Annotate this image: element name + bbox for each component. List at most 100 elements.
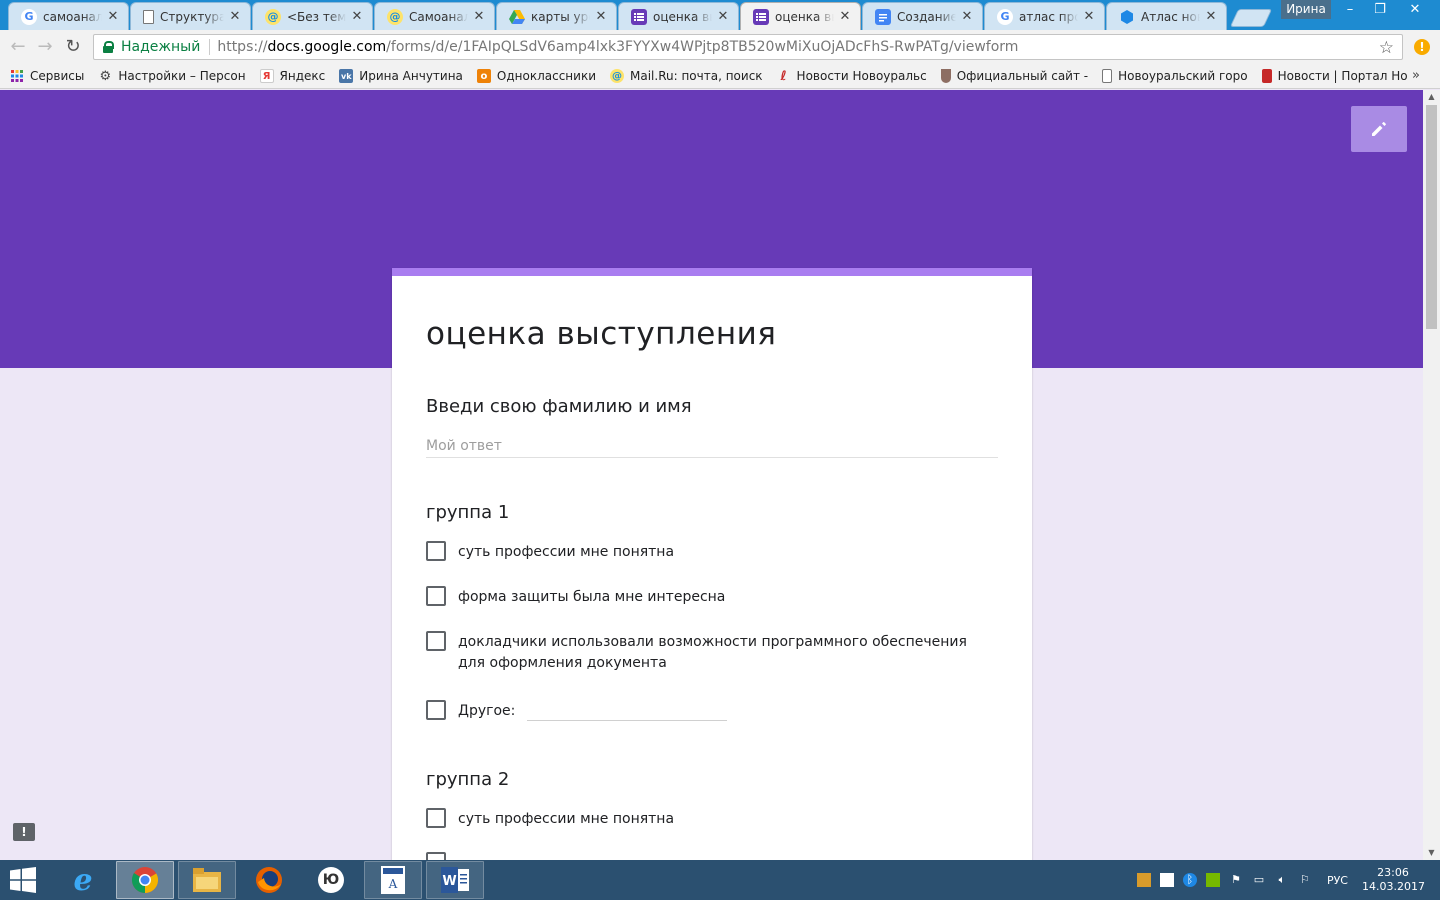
close-icon[interactable]: ✕	[716, 9, 730, 24]
close-icon[interactable]: ✕	[350, 9, 364, 24]
tab-lesson-maps[interactable]: карты урока ✕	[496, 2, 617, 30]
nvidia-icon[interactable]	[1205, 873, 1220, 887]
close-icon[interactable]: ✕	[228, 9, 242, 24]
group-1-option-1[interactable]: суть профессии мне понятна	[426, 541, 996, 563]
close-icon[interactable]: ✕	[1204, 9, 1218, 24]
group-1-option-other[interactable]: Другое:	[426, 700, 996, 722]
bookmark-news-novouralsk[interactable]: ℓ Новости Новоуральс	[777, 68, 927, 84]
taskbar-yandex-browser[interactable]: Ю	[302, 861, 360, 899]
app-tray-icon[interactable]	[1136, 873, 1151, 887]
address-bar[interactable]: Надежный https:// docs.google.com /forms…	[93, 34, 1403, 60]
taskbar-chrome[interactable]	[116, 861, 174, 899]
atlas-icon	[1119, 9, 1135, 25]
action-center-icon[interactable]: ⚑	[1229, 873, 1243, 887]
other-text-input[interactable]	[527, 701, 728, 721]
scroll-down-icon[interactable]: ▼	[1423, 846, 1440, 860]
edit-form-button[interactable]	[1351, 106, 1407, 152]
clock[interactable]: 23:06 14.03.2017	[1362, 866, 1425, 894]
option-label: докладчики использовали возможности прог…	[458, 634, 967, 671]
taskbar-firefox[interactable]	[240, 861, 298, 899]
tab-title: самоанализ	[43, 9, 102, 24]
checkbox[interactable]	[426, 631, 446, 651]
bookmark-label: Новости | Портал Но	[1277, 69, 1408, 83]
pencil-icon	[1372, 122, 1386, 136]
tab-performance-rating-active[interactable]: оценка выступления ✕	[740, 2, 861, 30]
new-tab-button[interactable]	[1229, 9, 1273, 27]
group-2-option-1[interactable]: суть профессии мне понятна	[426, 808, 996, 830]
checkbox[interactable]	[426, 700, 446, 720]
tab-title: оценка выступления	[775, 9, 834, 24]
checkbox[interactable]	[426, 808, 446, 828]
bookmark-vk[interactable]: vk Ирина Анчутина	[339, 69, 463, 83]
close-icon[interactable]: ✕	[1082, 9, 1096, 24]
bookmark-services[interactable]: Сервисы	[10, 69, 84, 83]
checkbox[interactable]	[426, 541, 446, 561]
flag-icon[interactable]: ⚐	[1298, 873, 1312, 887]
warning-icon[interactable]: !	[1414, 39, 1430, 55]
taskbar-word[interactable]: W	[426, 861, 484, 899]
close-icon[interactable]: ✕	[838, 9, 852, 24]
tab-samoanaliz-search[interactable]: G самоанализ ✕	[8, 2, 129, 30]
close-icon[interactable]: ✕	[960, 9, 974, 24]
tab-lesson-structure[interactable]: Структура урока ✕	[130, 2, 251, 30]
profile-button[interactable]: Ирина	[1281, 0, 1331, 19]
bookmark-label: Официальный сайт -	[956, 69, 1089, 83]
url-scheme: https://	[217, 39, 268, 55]
bookmark-yandex[interactable]: Я Яндекс	[259, 69, 325, 83]
bookmark-news-portal[interactable]: Новости | Портал Но	[1261, 69, 1408, 83]
tab-title: Создание теста	[897, 9, 956, 24]
tab-performance-rating-1[interactable]: оценка выступления ✕	[618, 2, 739, 30]
bookmark-mailru[interactable]: @ Mail.Ru: почта, поиск	[610, 69, 763, 83]
window-tray-icon[interactable]	[1159, 873, 1174, 887]
network-icon[interactable]: ▭	[1252, 873, 1266, 887]
close-icon[interactable]: ✕	[472, 9, 486, 24]
bookmark-label: Новости Новоуральс	[796, 69, 927, 83]
tab-atlas-new-professions[interactable]: Атлас новых профессий ✕	[1106, 2, 1227, 30]
page-scrollbar[interactable]: ▲ ▼	[1423, 90, 1440, 860]
url-host: docs.google.com	[267, 39, 387, 55]
news-icon: ℓ	[780, 68, 787, 84]
report-feedback-icon[interactable]: !	[13, 823, 35, 841]
bookmark-settings[interactable]: ⚙ Настройки – Персон	[98, 69, 246, 84]
checkbox[interactable]	[426, 852, 446, 860]
taskbar-document[interactable]: A	[364, 861, 422, 899]
keyboard-language[interactable]: РУС	[1327, 874, 1348, 887]
restore-icon[interactable]: ❐	[1365, 0, 1395, 20]
close-icon[interactable]: ✕	[106, 9, 120, 24]
page-icon	[1102, 69, 1113, 83]
close-icon[interactable]: ✕	[594, 9, 608, 24]
reload-icon[interactable]: ↻	[62, 36, 84, 58]
group-1-option-2[interactable]: форма защиты была мне интересна	[426, 586, 996, 608]
back-arrow-icon[interactable]: ←	[7, 36, 29, 58]
option-label: суть профессии мне понятна	[458, 544, 675, 560]
bookmarks-overflow-button[interactable]: »	[1412, 68, 1420, 83]
group-1-option-3[interactable]: докладчики использовали возможности прог…	[426, 631, 996, 674]
taskbar-file-explorer[interactable]	[178, 861, 236, 899]
scroll-up-icon[interactable]: ▲	[1423, 90, 1440, 104]
option-label: Другое:	[458, 703, 516, 719]
tab-mail-samoanaliz[interactable]: @ Самоанализ ✕	[374, 2, 495, 30]
name-answer-input[interactable]	[426, 434, 998, 458]
scroll-thumb[interactable]	[1426, 105, 1437, 329]
taskbar-internet-explorer[interactable]: e	[54, 861, 112, 899]
tab-title: Атлас новых профессий	[1141, 9, 1200, 24]
bookmark-star-icon[interactable]: ☆	[1379, 38, 1394, 58]
google-icon: G	[21, 8, 37, 25]
close-window-icon[interactable]: ✕	[1398, 0, 1432, 20]
tab-mail-no-subject[interactable]: @ <Без темы> ✕	[252, 2, 373, 30]
forward-arrow-icon[interactable]: →	[34, 36, 56, 58]
bluetooth-icon[interactable]: ᛒ	[1182, 873, 1197, 887]
option-label: форма защиты была мне интересна	[458, 589, 726, 605]
group-2-option-2[interactable]	[426, 852, 996, 860]
bookmark-official-site[interactable]: Официальный сайт -	[940, 69, 1089, 83]
checkbox[interactable]	[426, 586, 446, 606]
start-button[interactable]	[0, 860, 46, 900]
clock-date: 14.03.2017	[1362, 880, 1425, 893]
tab-create-test[interactable]: Создание теста ✕	[862, 2, 983, 30]
bookmark-odnoklassniki[interactable]: o Одноклассники	[476, 69, 596, 83]
volume-icon[interactable]: 🔈︎	[1275, 873, 1289, 887]
coat-of-arms-icon	[940, 69, 951, 83]
minimize-icon[interactable]: –	[1335, 0, 1365, 20]
bookmark-novouralsk-city[interactable]: Новоуральский горо	[1102, 69, 1248, 83]
tab-atlas-search[interactable]: G атлас профессий ✕	[984, 2, 1105, 30]
